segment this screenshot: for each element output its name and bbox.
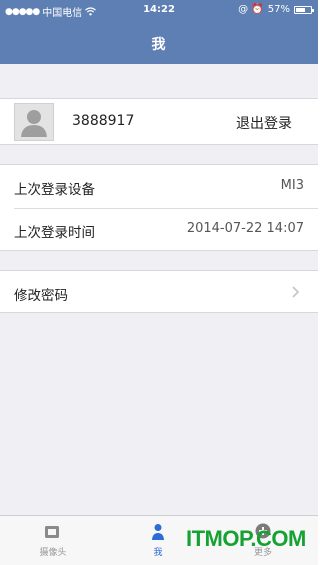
battery-level-fill	[296, 7, 306, 12]
status-right: @ ⏰ 57%	[238, 4, 314, 15]
page-title: 我	[151, 37, 167, 53]
login-info-group: 上次登录设备 MI3 上次登录时间 2014-07-22 14:07	[0, 164, 318, 251]
change-password-row[interactable]: 修改密码	[0, 271, 318, 314]
nav-header: ●●●●● 中国电信 14:22 @ ⏰ 57% 我	[0, 0, 318, 64]
change-password-group: 修改密码	[0, 270, 318, 313]
camera-icon	[45, 526, 59, 538]
chevron-right-icon	[292, 286, 300, 298]
last-login-time-row: 上次登录时间 2014-07-22 14:07	[0, 208, 318, 251]
avatar[interactable]	[14, 103, 54, 141]
last-login-device-label: 上次登录设备	[14, 182, 95, 198]
logout-button[interactable]: 退出登录	[236, 113, 292, 133]
username: 3888917	[72, 113, 135, 129]
tab-camera-label: 摄像头	[39, 548, 67, 558]
last-login-device-value: MI3	[280, 178, 304, 193]
last-login-device-row: 上次登录设备 MI3	[0, 165, 318, 208]
person-icon	[152, 524, 164, 540]
tab-camera[interactable]: 摄像头	[23, 522, 83, 558]
change-password-label: 修改密码	[14, 288, 68, 304]
status-indicators: @ ⏰	[238, 4, 264, 15]
app-screen: ●●●●● 中国电信 14:22 @ ⏰ 57% 我 3888917 退出登录 …	[0, 0, 318, 565]
tab-me-label: 我	[153, 548, 163, 558]
last-login-time-label: 上次登录时间	[14, 225, 95, 241]
battery-percent: 57%	[267, 4, 290, 15]
person-silhouette-icon	[21, 110, 47, 137]
watermark-logo: ITMOP.COM	[186, 526, 306, 551]
battery-icon	[294, 5, 314, 14]
profile-card: 3888917 退出登录	[0, 98, 318, 145]
tab-me[interactable]: 我	[128, 522, 188, 558]
status-bar: ●●●●● 中国电信 14:22 @ ⏰ 57%	[0, 0, 318, 20]
last-login-time-value: 2014-07-22 14:07	[186, 221, 304, 236]
